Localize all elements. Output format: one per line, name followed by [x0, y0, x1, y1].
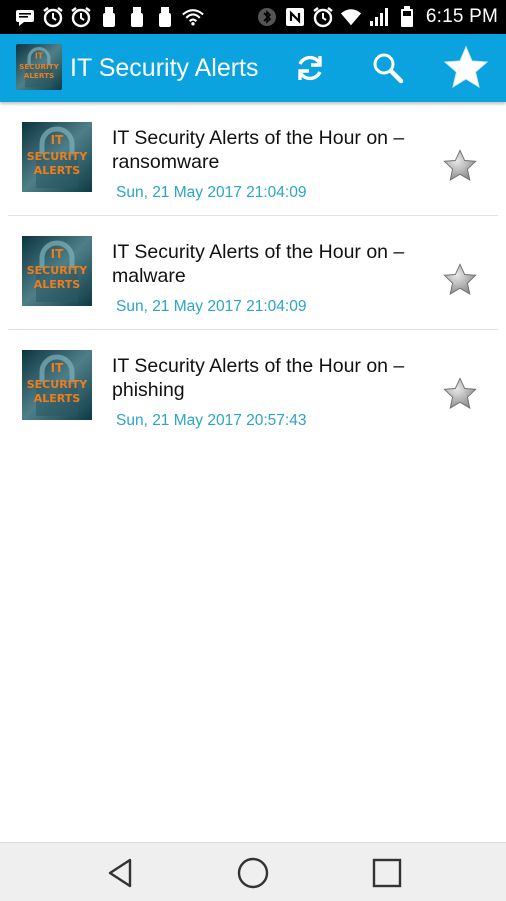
svg-text:SECURITY: SECURITY	[27, 264, 89, 277]
usb-icon	[126, 6, 148, 28]
alarm-icon	[42, 6, 64, 28]
alarm-icon	[70, 6, 92, 28]
favorite-star-button[interactable]	[442, 376, 478, 412]
message-icon	[14, 6, 36, 28]
status-clock: 6:15 PM	[425, 6, 498, 27]
svg-text:SECURITY: SECURITY	[27, 150, 89, 163]
back-icon	[108, 858, 132, 888]
system-nav-bar	[0, 842, 506, 901]
svg-text:IT: IT	[35, 51, 44, 60]
nfc-icon	[284, 6, 306, 28]
svg-text:IT: IT	[51, 133, 64, 147]
app-bar: IT SECURITY ALERTS IT Security Alerts	[0, 34, 506, 102]
search-icon	[373, 53, 404, 84]
favorites-button[interactable]	[442, 44, 490, 92]
wifi-icon	[340, 6, 362, 28]
svg-text:SECURITY: SECURITY	[27, 378, 89, 391]
bluetooth-icon	[256, 6, 278, 28]
recents-icon	[372, 858, 402, 888]
list-item[interactable]: IT SECURITY ALERTS IT Security Alerts of…	[8, 330, 498, 443]
alert-date: Sun, 21 May 2017 21:04:09	[116, 184, 307, 201]
home-icon	[237, 857, 269, 889]
refresh-button[interactable]	[286, 44, 334, 92]
refresh-icon	[298, 55, 322, 81]
favorites-star-icon	[443, 45, 489, 89]
svg-text:ALERTS: ALERTS	[24, 71, 54, 80]
alert-date: Sun, 21 May 2017 20:57:43	[116, 412, 307, 429]
favorite-star-button[interactable]	[442, 148, 478, 184]
svg-text:ALERTS: ALERTS	[34, 392, 81, 405]
alert-title: IT Security Alerts of the Hour on – malw…	[112, 241, 405, 287]
list-item[interactable]: IT SECURITY ALERTS IT Security Alerts of…	[8, 216, 498, 330]
app-title: IT Security Alerts	[70, 54, 259, 82]
star-icon	[443, 263, 477, 296]
status-icons-left	[14, 4, 204, 30]
battery-icon	[396, 6, 418, 28]
star-icon	[443, 149, 477, 182]
alert-title: IT Security Alerts of the Hour on – phis…	[112, 355, 405, 401]
svg-text:IT: IT	[51, 247, 64, 261]
alert-thumbnail: IT SECURITY ALERTS	[22, 122, 92, 192]
svg-text:IT: IT	[51, 361, 64, 375]
svg-text:ALERTS: ALERTS	[34, 278, 81, 291]
alert-title: IT Security Alerts of the Hour on – rans…	[112, 127, 405, 173]
svg-text:SECURITY: SECURITY	[19, 62, 59, 71]
wifi-icon	[182, 6, 204, 28]
alert-date: Sun, 21 May 2017 21:04:09	[116, 298, 307, 315]
alert-thumbnail: IT SECURITY ALERTS	[22, 236, 92, 306]
signal-icon	[368, 6, 390, 28]
alert-thumbnail: IT SECURITY ALERTS	[22, 350, 92, 420]
alert-list: IT SECURITY ALERTS IT Security Alerts of…	[0, 102, 506, 443]
svg-text:ALERTS: ALERTS	[34, 164, 81, 177]
status-bar: 6:15 PM	[0, 0, 506, 34]
recents-button[interactable]	[367, 853, 407, 893]
home-button[interactable]	[233, 853, 273, 893]
back-button[interactable]	[100, 853, 140, 893]
usb-icon	[98, 6, 120, 28]
star-icon	[443, 377, 477, 410]
search-button[interactable]	[364, 44, 412, 92]
list-item[interactable]: IT SECURITY ALERTS IT Security Alerts of…	[8, 102, 498, 216]
status-icons-right: 6:15 PM	[256, 4, 498, 30]
app-logo: IT SECURITY ALERTS	[16, 44, 62, 90]
favorite-star-button[interactable]	[442, 262, 478, 298]
alarm-icon	[312, 6, 334, 28]
usb-icon	[154, 6, 176, 28]
